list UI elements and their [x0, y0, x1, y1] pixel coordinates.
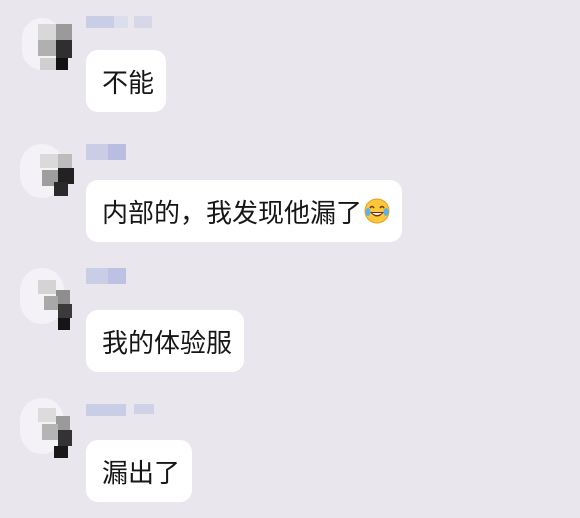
chat-message: 内部的，我发现他漏了: [0, 140, 580, 260]
message-bubble[interactable]: 漏出了: [86, 440, 192, 502]
chat-message: 漏出了: [0, 392, 580, 518]
message-text: 内部的，我发现他漏了: [102, 198, 363, 229]
message-bubble[interactable]: 我的体验服: [86, 310, 244, 372]
avatar[interactable]: [14, 398, 78, 462]
avatar[interactable]: [14, 16, 78, 80]
chat-message: 我的体验服: [0, 262, 580, 382]
tears-of-joy-emoji: [364, 198, 390, 224]
chat-message: 不能: [0, 0, 580, 120]
avatar[interactable]: [14, 268, 78, 332]
message-text: 我的体验服: [102, 328, 233, 359]
message-text: 不能: [102, 68, 155, 99]
avatar[interactable]: [14, 144, 78, 208]
message-bubble[interactable]: 内部的，我发现他漏了: [86, 180, 402, 242]
message-text: 漏出了: [102, 458, 181, 489]
message-bubble[interactable]: 不能: [86, 50, 166, 112]
